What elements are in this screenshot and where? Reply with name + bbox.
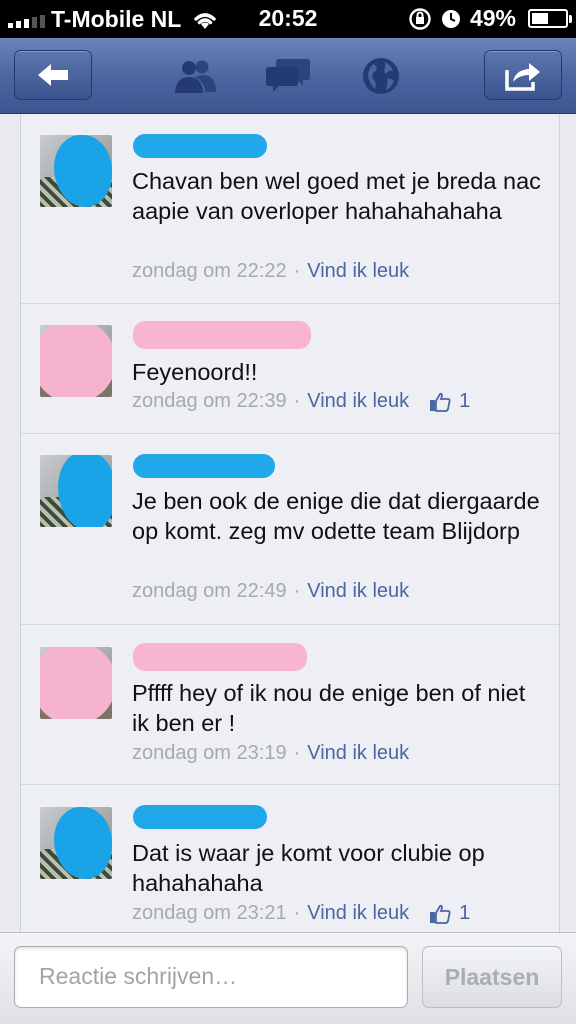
author-name-redacted[interactable]	[133, 805, 267, 829]
comment-item: Dat is waar je komt voor clubie op hahah…	[21, 785, 559, 932]
battery-percent: 49%	[469, 5, 516, 31]
comment-meta: zondag om 22:39 · Vind ik leuk 1	[132, 390, 470, 413]
comment-meta: zondag om 22:22 · Vind ik leuk	[132, 260, 409, 283]
comment-time: zondag om 22:22	[132, 260, 287, 282]
orientation-lock-icon	[409, 7, 431, 30]
like-link[interactable]: Vind ik leuk	[307, 390, 409, 413]
author-name-redacted[interactable]	[133, 321, 311, 349]
alarm-clock-icon	[441, 9, 460, 28]
comment-text: Je ben ook de enige die dat diergaarde o…	[132, 488, 540, 544]
nav-icon-group	[170, 52, 406, 100]
comment-text: Feyenoord!!	[132, 359, 258, 385]
share-icon	[505, 63, 540, 91]
friend-requests-button[interactable]	[170, 53, 220, 99]
messages-button[interactable]	[263, 53, 313, 99]
like-count-value: 1	[459, 390, 471, 412]
separator-dot: ·	[293, 580, 301, 602]
comment-text: Dat is waar je komt voor clubie op hahah…	[132, 840, 485, 896]
thumbs-up-icon	[430, 904, 451, 924]
back-arrow-icon	[38, 64, 68, 86]
comment-item: Pffff hey of ik nou de enige ben of niet…	[21, 625, 559, 785]
comment-meta: zondag om 22:49 · Vind ik leuk	[132, 580, 409, 603]
post-button[interactable]: Plaatsen	[422, 946, 562, 1008]
comment-item: Chavan ben wel goed met je breda nac aap…	[21, 114, 559, 304]
separator-dot: ·	[293, 742, 301, 764]
status-right: 49%	[408, 5, 572, 32]
comment-text: Chavan ben wel goed met je breda nac aap…	[132, 168, 541, 224]
like-count[interactable]: 1	[429, 902, 470, 925]
separator-dot: ·	[293, 902, 301, 924]
friends-icon	[175, 60, 216, 93]
like-count[interactable]: 1	[429, 390, 470, 413]
avatar[interactable]	[40, 325, 112, 397]
comment-time: zondag om 22:49	[132, 580, 287, 602]
comment-meta: zondag om 23:19 · Vind ik leuk	[132, 742, 409, 765]
comment-item: Feyenoord!! zondag om 22:39 · Vind ik le…	[21, 304, 559, 434]
like-link[interactable]: Vind ik leuk	[307, 580, 409, 603]
nav-bar	[0, 38, 576, 114]
author-name-redacted[interactable]	[133, 454, 275, 478]
thumbs-up-icon	[430, 392, 451, 412]
author-name-redacted[interactable]	[133, 134, 267, 158]
comment-time: zondag om 22:39	[132, 390, 287, 412]
globe-icon	[363, 58, 399, 94]
comment-item: Je ben ook de enige die dat diergaarde o…	[21, 434, 559, 625]
battery-icon	[528, 9, 572, 28]
like-link[interactable]: Vind ik leuk	[307, 260, 409, 283]
separator-dot: ·	[293, 260, 301, 282]
comment-input[interactable]: Reactie schrijven…	[14, 946, 408, 1008]
comment-list[interactable]: Chavan ben wel goed met je breda nac aap…	[20, 114, 560, 932]
messages-icon	[266, 59, 310, 92]
back-button[interactable]	[14, 50, 92, 100]
comment-time: zondag om 23:19	[132, 742, 287, 764]
avatar[interactable]	[40, 135, 112, 207]
author-name-redacted[interactable]	[133, 643, 307, 671]
status-bar: T-Mobile NL 20:52 49%	[0, 0, 576, 38]
avatar[interactable]	[40, 455, 112, 527]
comment-meta: zondag om 23:21 · Vind ik leuk 1	[132, 902, 470, 925]
avatar[interactable]	[40, 647, 112, 719]
like-link[interactable]: Vind ik leuk	[307, 742, 409, 765]
like-count-value: 1	[459, 902, 471, 924]
comment-time: zondag om 23:21	[132, 902, 287, 924]
avatar[interactable]	[40, 807, 112, 879]
separator-dot: ·	[293, 390, 301, 412]
comment-composer: Reactie schrijven… Plaatsen	[0, 932, 576, 1024]
share-button[interactable]	[484, 50, 562, 100]
notifications-button[interactable]	[356, 53, 406, 99]
like-link[interactable]: Vind ik leuk	[307, 902, 409, 925]
comment-text: Pffff hey of ik nou de enige ben of niet…	[132, 680, 526, 736]
